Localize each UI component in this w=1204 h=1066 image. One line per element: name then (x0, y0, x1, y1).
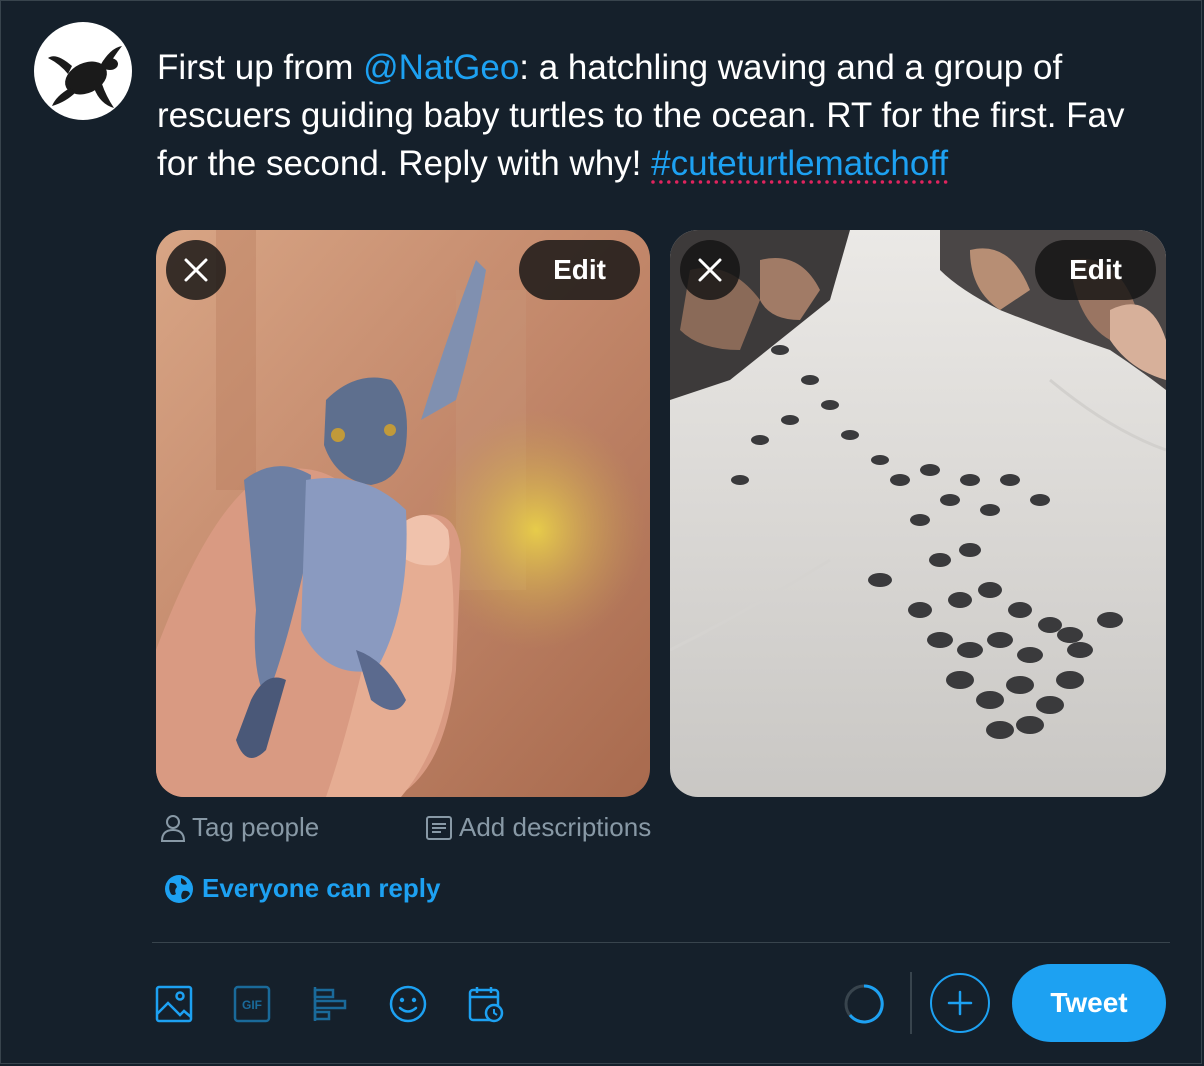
avatar[interactable] (34, 22, 132, 120)
progress-ring-icon (844, 984, 884, 1024)
hashtag-link[interactable]: #cuteturtlematchoff (651, 144, 948, 183)
emoji-icon (389, 985, 427, 1023)
add-descriptions-label: Add descriptions (459, 812, 652, 842)
rescuers-photo (670, 230, 1166, 797)
turtle-logo-icon (48, 46, 122, 108)
close-icon (184, 258, 208, 282)
close-icon (698, 258, 722, 282)
add-descriptions-button[interactable]: Add descriptions (425, 812, 651, 843)
tweet-text-prefix: First up from (157, 48, 364, 87)
tweet-text-input[interactable]: First up from @NatGeo: a hatchling wavin… (157, 44, 1167, 188)
remove-media-button[interactable] (680, 240, 740, 300)
media-attachment-rescuers[interactable]: Edit (670, 230, 1166, 797)
poll-icon (313, 987, 347, 1021)
image-button[interactable] (152, 982, 196, 1026)
gif-button[interactable]: GIF (230, 982, 274, 1026)
mention-link[interactable]: @NatGeo (363, 48, 519, 87)
toolbar-divider (152, 942, 1170, 943)
description-icon (426, 815, 452, 840)
image-icon (155, 985, 193, 1023)
gif-label: GIF (242, 998, 262, 1012)
reply-setting-button[interactable]: Everyone can reply (164, 873, 440, 904)
schedule-button[interactable] (464, 982, 508, 1026)
plus-icon (947, 990, 973, 1016)
schedule-icon (468, 987, 504, 1023)
reply-setting-label: Everyone can reply (202, 873, 441, 903)
add-thread-button[interactable] (930, 973, 990, 1033)
globe-icon (165, 874, 193, 903)
poll-button[interactable] (308, 982, 352, 1026)
emoji-button[interactable] (386, 982, 430, 1026)
tweet-button[interactable]: Tweet (1012, 964, 1166, 1042)
remove-media-button[interactable] (166, 240, 226, 300)
toolbar-separator (910, 972, 912, 1034)
gif-icon: GIF (233, 985, 271, 1023)
edit-media-button[interactable]: Edit (1035, 240, 1156, 300)
hatchling-photo (156, 230, 650, 797)
tag-people-label: Tag people (192, 812, 320, 842)
tag-people-button[interactable]: Tag people (160, 812, 319, 843)
edit-media-button[interactable]: Edit (519, 240, 640, 300)
character-count-progress (842, 982, 886, 1026)
media-attachment-hatchling[interactable]: Edit (156, 230, 650, 797)
person-icon (160, 814, 186, 842)
